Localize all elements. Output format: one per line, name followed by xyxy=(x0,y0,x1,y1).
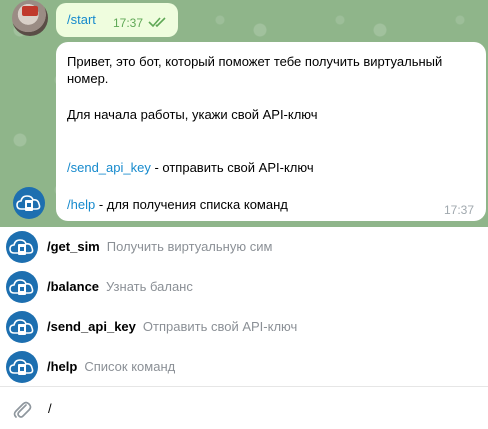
message-command-line: /send_api_key - отправить свой API-ключ xyxy=(67,159,314,176)
command-name: /balance Узнать баланс xyxy=(47,279,193,294)
command-item[interactable]: /balance Узнать баланс xyxy=(0,267,488,307)
command-item[interactable]: /help Список команд xyxy=(0,347,488,387)
command-description: Отправить свой API-ключ xyxy=(142,319,298,334)
command-label: /get_sim xyxy=(47,239,100,254)
message-line: номер. xyxy=(67,71,109,86)
avatar-flag xyxy=(22,6,38,16)
cloud-sim-icon xyxy=(16,195,41,211)
command-label: /balance xyxy=(47,279,100,294)
message-line: Для начала работы, укажи свой API-ключ xyxy=(67,107,318,122)
bot-avatar xyxy=(6,351,38,383)
paperclip-icon[interactable] xyxy=(11,399,33,421)
bot-avatar xyxy=(6,271,38,303)
command-label: /send_api_key xyxy=(47,319,136,334)
command-suggestions: /get_sim Получить виртуальную сим /balanc… xyxy=(0,227,488,386)
bot-avatar xyxy=(6,311,38,343)
command-name: /get_sim Получить виртуальную сим xyxy=(47,239,272,254)
command-description: Список команд xyxy=(84,359,176,374)
outgoing-message-time: 17:37 xyxy=(113,16,144,30)
message-line: Привет, это бот, который поможет тебе по… xyxy=(67,54,443,69)
outgoing-command-text[interactable]: /start xyxy=(67,12,96,27)
incoming-message[interactable]: Привет, это бот, который поможет тебе по… xyxy=(56,42,486,221)
cloud-sim-icon xyxy=(9,239,34,255)
command-description: Узнать баланс xyxy=(106,279,193,294)
user-avatar[interactable] xyxy=(12,0,48,36)
bot-avatar xyxy=(6,231,38,263)
incoming-message-time: 17:37 xyxy=(443,203,474,217)
help-desc: - для получения списка команд xyxy=(95,197,288,212)
bot-avatar[interactable] xyxy=(13,187,45,219)
message-input-bar: / xyxy=(0,386,488,429)
command-label: /help xyxy=(47,359,78,374)
message-command-line: /help - для получения списка команд xyxy=(67,196,288,213)
outgoing-message[interactable]: /start 17:37 xyxy=(56,3,178,37)
send-api-key-desc: - отправить свой API-ключ xyxy=(150,160,314,175)
command-description: Получить виртуальную сим xyxy=(106,239,273,254)
command-item[interactable]: /get_sim Получить виртуальную сим xyxy=(0,227,488,267)
double-check-icon xyxy=(148,17,166,28)
help-link[interactable]: /help xyxy=(67,197,95,212)
command-name: /send_api_key Отправить свой API-ключ xyxy=(47,319,297,334)
chat-area: /start 17:37 Привет, это бот, который по… xyxy=(0,0,488,227)
cloud-sim-icon xyxy=(9,319,34,335)
message-input[interactable]: / xyxy=(48,401,52,416)
send-api-key-link[interactable]: /send_api_key xyxy=(67,160,151,175)
cloud-sim-icon xyxy=(9,359,34,375)
command-name: /help Список команд xyxy=(47,359,175,374)
cloud-sim-icon xyxy=(9,279,34,295)
command-item[interactable]: /send_api_key Отправить свой API-ключ xyxy=(0,307,488,347)
